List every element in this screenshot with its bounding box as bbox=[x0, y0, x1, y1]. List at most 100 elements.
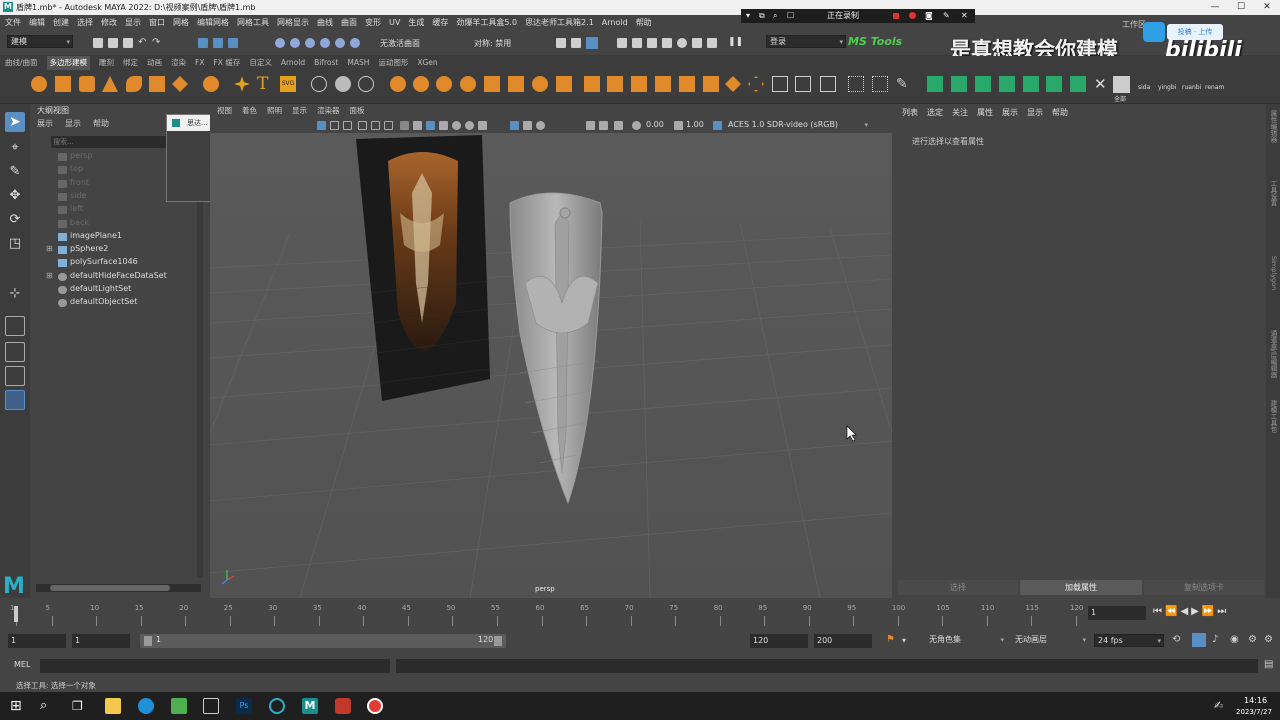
snap-grid-icon[interactable] bbox=[275, 38, 285, 48]
custom-tool-3-icon[interactable] bbox=[975, 76, 991, 92]
xray-joints-icon[interactable] bbox=[523, 121, 532, 130]
pause-icon[interactable]: ❚❚ bbox=[728, 37, 743, 47]
super-shape-icon[interactable] bbox=[234, 76, 250, 92]
retopo-icon[interactable] bbox=[556, 76, 572, 92]
arnold-view-icon[interactable] bbox=[692, 38, 702, 48]
outliner-menu-show[interactable]: 显示 bbox=[65, 118, 81, 129]
select-by-component-icon[interactable] bbox=[228, 38, 238, 48]
viewport-menu-item[interactable]: 照明 bbox=[267, 106, 282, 115]
smooth-shade-icon[interactable] bbox=[413, 121, 422, 130]
connect-icon[interactable] bbox=[820, 76, 836, 92]
remesh-icon[interactable] bbox=[532, 76, 548, 92]
rec-zoom-icon[interactable]: ⌕ bbox=[773, 9, 777, 23]
render-frame-icon[interactable] bbox=[556, 38, 566, 48]
render-view-icon[interactable] bbox=[586, 37, 598, 49]
wireframe-on-shaded-icon[interactable] bbox=[426, 121, 435, 130]
select-button[interactable]: 选择 bbox=[898, 580, 1018, 595]
menu-item[interactable]: 缓存 bbox=[432, 17, 448, 28]
poly-sphere-icon[interactable] bbox=[31, 76, 47, 92]
symmetry-label[interactable]: 对称: 禁用 bbox=[474, 38, 511, 49]
start-frame-field[interactable]: 1 bbox=[8, 634, 66, 648]
login-dropdown[interactable]: 登录 bbox=[766, 35, 846, 48]
ambient-occlusion-icon[interactable] bbox=[478, 121, 487, 130]
recorder-icon[interactable] bbox=[367, 698, 383, 714]
boolean-union-icon[interactable] bbox=[390, 76, 406, 92]
snap-view-plane-icon[interactable] bbox=[320, 38, 330, 48]
file-explorer-icon[interactable] bbox=[105, 698, 121, 714]
ipr-icon[interactable] bbox=[662, 38, 672, 48]
bevel-icon[interactable] bbox=[631, 76, 647, 92]
color-space-dropdown[interactable]: ACES 1.0 SDR-video (sRGB) bbox=[725, 119, 870, 132]
end-frame-field[interactable]: 200 bbox=[814, 634, 872, 648]
key-menu-icon[interactable]: ▾ bbox=[902, 636, 906, 645]
menu-item[interactable]: 窗口 bbox=[149, 17, 165, 28]
character-set-dropdown[interactable]: 无角色集 bbox=[926, 634, 1006, 647]
shelf-tab[interactable]: 自定义 bbox=[249, 56, 272, 70]
menu-item[interactable]: 生成 bbox=[408, 17, 424, 28]
svg-tool-icon[interactable]: SVG bbox=[280, 76, 296, 92]
search-icon[interactable]: ⌕ bbox=[40, 698, 56, 714]
shelf-tab[interactable]: 动画 bbox=[147, 56, 162, 70]
menu-set-dropdown[interactable]: 建模 bbox=[7, 35, 73, 48]
platonic-icon[interactable] bbox=[203, 76, 219, 92]
maximize-button[interactable]: ☐ bbox=[1228, 0, 1254, 15]
attribute-menu-item[interactable]: 帮助 bbox=[1052, 107, 1068, 118]
select-tool-icon[interactable]: ➤ bbox=[5, 112, 25, 132]
two-pane-icon[interactable] bbox=[5, 366, 25, 386]
outliner-menu-display[interactable]: 展示 bbox=[37, 118, 53, 129]
rec-close-icon[interactable]: ✕ bbox=[961, 9, 968, 23]
menu-item[interactable]: 网格 bbox=[173, 17, 189, 28]
side-tab[interactable]: 通道盒/层编辑器 bbox=[1268, 330, 1278, 390]
rec-dot-icon[interactable] bbox=[909, 12, 916, 19]
cache-toggle-icon[interactable] bbox=[1192, 633, 1206, 647]
shelf-tab[interactable]: 运动图形 bbox=[378, 56, 408, 70]
gamma-icon[interactable] bbox=[586, 121, 595, 130]
custom-tool-9-icon[interactable] bbox=[1113, 76, 1130, 93]
shelf-tab[interactable]: XGen bbox=[417, 56, 437, 70]
range-start-handle[interactable] bbox=[144, 636, 152, 646]
outliner-item[interactable]: ⊞ defaultHideFaceDataSet bbox=[46, 271, 196, 283]
boolean-diff-icon[interactable] bbox=[413, 76, 429, 92]
poly-cone-icon[interactable] bbox=[102, 76, 118, 92]
grid-toggle-icon[interactable] bbox=[358, 121, 367, 130]
save-scene-icon[interactable] bbox=[123, 38, 133, 48]
move-tool-icon[interactable]: ✥ bbox=[5, 186, 25, 206]
color-management-icon[interactable] bbox=[713, 121, 722, 130]
menu-item[interactable]: 创建 bbox=[53, 17, 69, 28]
lasso-tool-icon[interactable]: ⌖ bbox=[5, 138, 25, 158]
menu-item[interactable]: 修改 bbox=[101, 17, 117, 28]
photoshop-icon[interactable]: Ps bbox=[236, 698, 252, 714]
edge-flow-icon[interactable] bbox=[872, 76, 888, 92]
shelf-tab[interactable]: Bifrost bbox=[314, 56, 338, 70]
render-setup-icon[interactable] bbox=[632, 38, 642, 48]
attribute-menu-item[interactable]: 列表 bbox=[902, 107, 918, 118]
attribute-menu-item[interactable]: 选定 bbox=[927, 107, 943, 118]
outliner-item[interactable]: ⊞ pSphere2 bbox=[46, 244, 196, 256]
wireframe-icon[interactable] bbox=[400, 121, 409, 130]
viewport-menu-item[interactable]: 渲染器 bbox=[317, 106, 340, 115]
rec-pen-icon[interactable]: ✎ bbox=[943, 9, 950, 23]
open-scene-icon[interactable] bbox=[108, 38, 118, 48]
rotate-tool-icon[interactable]: ⟳ bbox=[5, 210, 25, 230]
menu-item[interactable]: 文件 bbox=[5, 17, 21, 28]
current-frame-field[interactable]: 1 bbox=[1088, 606, 1146, 620]
poly-cube-icon[interactable] bbox=[55, 76, 71, 92]
shelf-label-renam[interactable]: renam bbox=[1205, 84, 1224, 91]
outliner-item[interactable]: imagePlane1 bbox=[46, 231, 196, 243]
snap-curve-icon[interactable] bbox=[290, 38, 300, 48]
new-scene-icon[interactable] bbox=[93, 38, 103, 48]
snap-point-icon[interactable] bbox=[305, 38, 315, 48]
edge-browser-icon[interactable] bbox=[138, 698, 154, 714]
load-attributes-button[interactable]: 加载属性 bbox=[1020, 580, 1142, 595]
gamma-value[interactable]: 1.00 bbox=[686, 120, 704, 129]
playback-end-field[interactable]: 120 bbox=[750, 634, 808, 648]
menu-item[interactable]: 网格显示 bbox=[277, 17, 309, 28]
extrude-icon[interactable] bbox=[584, 76, 600, 92]
bridge-icon[interactable] bbox=[607, 76, 623, 92]
quad-draw-icon[interactable] bbox=[848, 76, 864, 92]
shelf-tab[interactable]: 多边形建模 bbox=[46, 56, 91, 70]
outliner-menu-help[interactable]: 帮助 bbox=[93, 118, 109, 129]
poly-cylinder-icon[interactable] bbox=[79, 76, 95, 92]
resolution-gate-icon[interactable] bbox=[343, 121, 352, 130]
outliner-layout-icon[interactable] bbox=[5, 390, 25, 410]
